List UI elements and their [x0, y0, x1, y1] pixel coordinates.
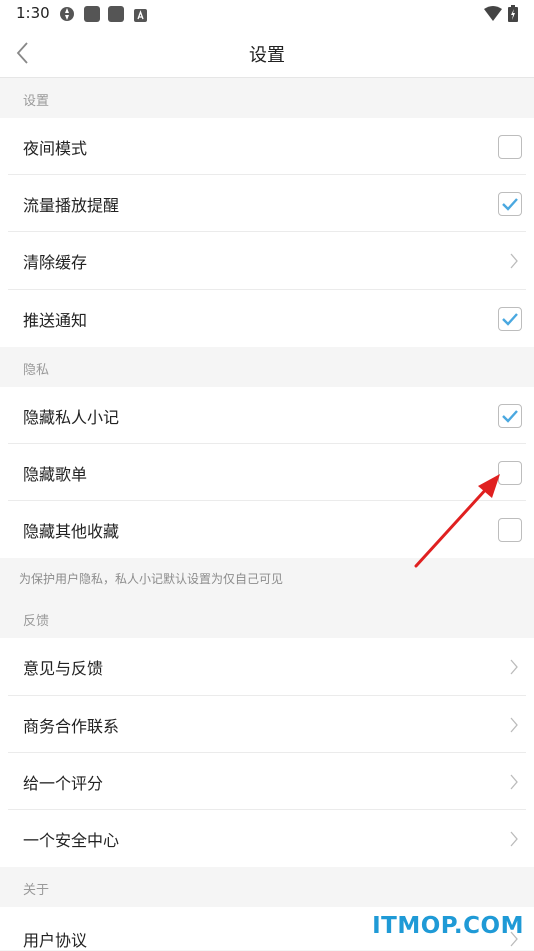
feedback-row-suggestions[interactable]: 意见与反馈	[0, 638, 534, 696]
privacy-note: 为保护用户隐私，私人小记默认设置为仅自己可见	[0, 558, 534, 598]
app-bar: 设置	[0, 28, 534, 78]
settings-row-clear-cache[interactable]: 清除缓存	[0, 232, 534, 290]
section-title: 隐私	[23, 363, 50, 378]
settings-row-night-mode[interactable]: 夜间模式	[0, 118, 534, 175]
section-title: 反馈	[23, 614, 50, 629]
chevron-right-icon	[510, 774, 518, 789]
hide-playlists-checkbox[interactable]	[498, 460, 522, 485]
hide-private-notes-checkbox[interactable]	[498, 403, 522, 428]
row-label: 隐藏私人小记	[23, 407, 120, 427]
square-icon	[108, 6, 124, 26]
row-label: 商务合作联系	[23, 716, 120, 736]
row-label: 夜间模式	[23, 138, 88, 158]
battery-charging-icon	[508, 5, 518, 26]
section-header-about: 关于	[0, 867, 534, 907]
data-play-alert-checkbox[interactable]	[498, 191, 522, 216]
chevron-right-icon	[510, 717, 518, 732]
row-label: 流量播放提醒	[23, 195, 120, 215]
checkmark-icon	[502, 197, 518, 211]
privacy-row-hide-private-notes[interactable]: 隐藏私人小记	[0, 387, 534, 444]
watermark: ITMOP.COM	[372, 913, 524, 939]
row-label: 隐藏其他收藏	[23, 521, 120, 541]
chevron-right-icon	[510, 253, 518, 269]
square-icon	[84, 6, 100, 26]
row-label: 隐藏歌单	[23, 464, 88, 484]
feedback-row-rate[interactable]: 给一个评分	[0, 753, 534, 810]
section-header-settings: 设置	[0, 78, 534, 118]
row-label: 用户协议	[23, 931, 88, 950]
hide-other-favorites-checkbox[interactable]	[498, 517, 522, 542]
status-bar: 1:30	[0, 0, 534, 28]
checkmark-icon	[502, 312, 518, 326]
settings-row-data-play-alert[interactable]: 流量播放提醒	[0, 175, 534, 232]
row-label: 清除缓存	[23, 253, 88, 272]
section-title: 设置	[23, 94, 50, 109]
section-header-feedback: 反馈	[0, 598, 534, 638]
page-title: 设置	[249, 45, 285, 66]
row-label: 一个安全中心	[23, 830, 120, 850]
section-header-privacy: 隐私	[0, 347, 534, 387]
privacy-row-hide-other-favorites[interactable]: 隐藏其他收藏	[0, 501, 534, 558]
row-label: 推送通知	[23, 310, 88, 330]
checkmark-icon	[502, 409, 518, 423]
chevron-right-icon	[510, 659, 518, 675]
status-time: 1:30	[16, 4, 50, 22]
push-notifications-checkbox[interactable]	[498, 306, 522, 331]
feedback-row-security-center[interactable]: 一个安全中心	[0, 810, 534, 867]
privacy-row-hide-playlists[interactable]: 隐藏歌单	[0, 444, 534, 501]
settings-row-push-notifications[interactable]: 推送通知	[0, 290, 534, 347]
app-notification-icon	[59, 6, 75, 26]
section-title: 关于	[23, 883, 50, 898]
a-icon	[134, 7, 147, 26]
feedback-row-business-contact[interactable]: 商务合作联系	[0, 696, 534, 753]
privacy-note-text: 为保护用户隐私，私人小记默认设置为仅自己可见	[19, 572, 284, 586]
night-mode-checkbox[interactable]	[498, 134, 522, 159]
wifi-icon	[484, 6, 502, 25]
row-label: 给一个评分	[23, 773, 104, 793]
row-label: 意见与反馈	[23, 659, 104, 678]
chevron-right-icon	[510, 831, 518, 846]
